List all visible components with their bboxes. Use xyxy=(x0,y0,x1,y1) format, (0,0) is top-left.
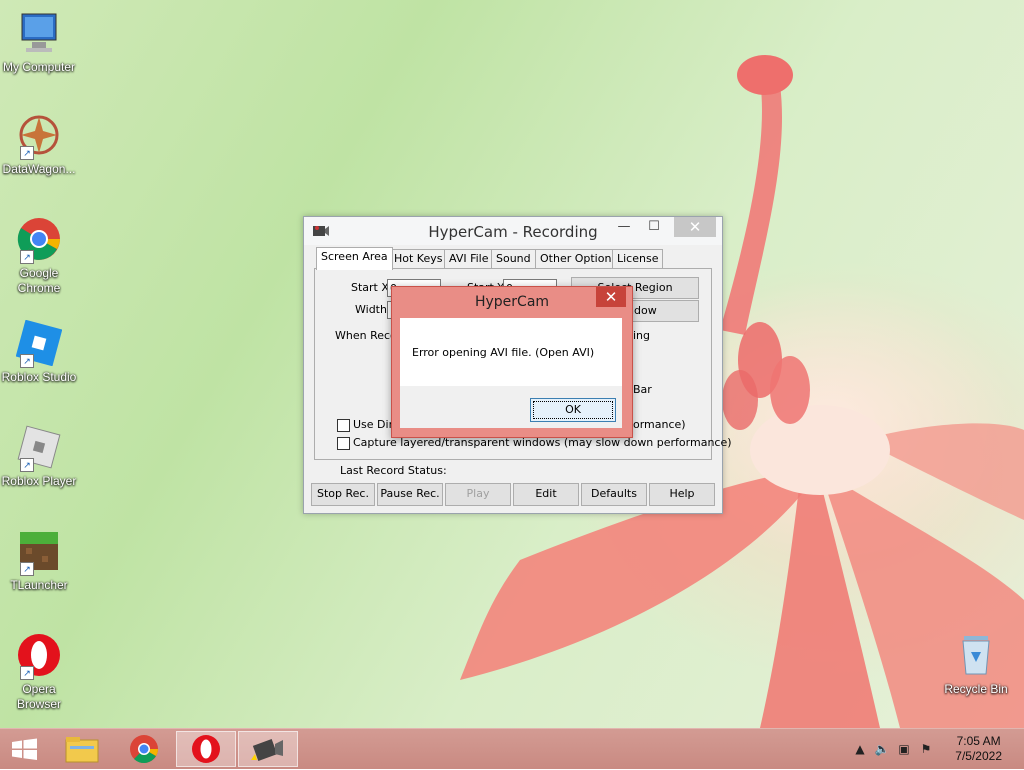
desktop-icon-label: Roblox Player xyxy=(1,474,77,488)
shortcut-arrow-icon: ↗ xyxy=(20,562,34,576)
minimize-icon: — xyxy=(617,219,631,234)
capture-layered-checkbox[interactable] xyxy=(337,437,350,450)
desktop-icon-label: Recycle Bin xyxy=(944,682,1008,696)
shortcut-arrow-icon: ↗ xyxy=(20,666,34,680)
shortcut-arrow-icon: ↗ xyxy=(20,458,34,472)
maximize-icon: ☐ xyxy=(648,219,660,234)
error-dialog: HyperCam ✕ Error opening AVI file. (Open… xyxy=(391,286,633,438)
taskbar-chrome[interactable] xyxy=(114,731,174,767)
taskbar-hypercam[interactable] xyxy=(238,731,298,767)
shortcut-arrow-icon: ↗ xyxy=(20,146,34,160)
close-icon: ✕ xyxy=(688,218,702,236)
desktop-icon-recycle-bin[interactable]: Recycle Bin xyxy=(936,632,1016,697)
desktop-icon-google-chrome[interactable]: ↗ Google Chrome xyxy=(0,216,78,296)
when-recording-label-end: ing xyxy=(633,329,651,342)
defaults-button[interactable]: Defaults xyxy=(581,483,647,506)
use-direct-label-end: ormance) xyxy=(633,418,686,431)
use-direct-checkbox[interactable] xyxy=(337,419,350,432)
chrome-icon: ↗ xyxy=(16,216,62,264)
ok-button[interactable]: OK xyxy=(530,398,616,422)
show-hidden-icons-button[interactable]: ▲ xyxy=(852,741,868,757)
recycle-bin-icon xyxy=(953,632,999,678)
computer-icon xyxy=(16,10,62,56)
folder-icon xyxy=(65,737,99,763)
desktop-icon-label: My Computer xyxy=(2,60,76,74)
system-tray: ▲ 🔈 ▣ ⚑ 7:05 AM 7/5/2022 xyxy=(844,729,1024,769)
windows-logo-icon xyxy=(12,738,37,760)
help-button[interactable]: Help xyxy=(649,483,715,506)
clock-date: 7/5/2022 xyxy=(955,749,1002,763)
desktop-icon-tlauncher[interactable]: ↗ TLauncher xyxy=(0,528,78,593)
shortcut-arrow-icon: ↗ xyxy=(20,354,34,368)
taskbar-file-explorer[interactable] xyxy=(52,731,112,767)
desktop-icon-opera-browser[interactable]: ↗ Opera Browser xyxy=(0,632,78,712)
tab-other-options[interactable]: Other Options xyxy=(535,249,623,268)
hypercam-app-icon xyxy=(251,739,283,761)
dialog-close-button[interactable]: ✕ xyxy=(596,287,626,307)
clock-time: 7:05 AM xyxy=(956,734,1001,748)
roblox-studio-icon: ↗ xyxy=(15,319,63,368)
roblox-player-icon: ↗ xyxy=(16,424,62,472)
width-label: Width xyxy=(355,303,387,316)
desktop-icon-roblox-player[interactable]: ↗ Roblox Player xyxy=(0,424,78,489)
datawagon-icon: ↗ xyxy=(16,112,62,160)
tab-avi-file[interactable]: AVI File xyxy=(444,249,494,268)
when-recording-label: When Reco xyxy=(335,329,397,342)
pause-rec-button[interactable]: Pause Rec. xyxy=(377,483,443,506)
action-center-flag-icon[interactable]: ⚑ xyxy=(918,741,934,757)
opera-icon xyxy=(192,735,220,763)
taskbar-option-label-end: Bar xyxy=(633,383,652,396)
start-button[interactable] xyxy=(0,731,50,767)
desktop-icon-label: Roblox Studio xyxy=(1,370,77,384)
tab-license[interactable]: License xyxy=(612,249,664,268)
desktop-icon-my-computer[interactable]: My Computer xyxy=(0,10,78,75)
taskbar: ▲ 🔈 ▣ ⚑ 7:05 AM 7/5/2022 xyxy=(0,728,1024,769)
play-button[interactable]: Play xyxy=(445,483,511,506)
desktop-icon-label: Google Chrome xyxy=(17,266,61,295)
clock[interactable]: 7:05 AM 7/5/2022 xyxy=(955,734,1002,764)
dialog-body: Error opening AVI file. (Open AVI) OK xyxy=(400,318,622,428)
tlauncher-icon: ↗ xyxy=(16,528,62,576)
desktop-icon-label: TLauncher xyxy=(10,578,68,592)
tab-screen-area[interactable]: Screen Area xyxy=(316,247,393,270)
maximize-button[interactable]: ☐ xyxy=(640,217,668,237)
close-icon: ✕ xyxy=(604,288,618,306)
last-record-status-label: Last Record Status: xyxy=(340,464,447,477)
dialog-message: Error opening AVI file. (Open AVI) xyxy=(412,346,595,359)
dialog-message-area: Error opening AVI file. (Open AVI) xyxy=(400,318,622,386)
window-titlebar[interactable]: HyperCam - Recording — ☐ ✕ xyxy=(304,217,722,245)
desktop-icon-label: DataWagon... xyxy=(2,162,76,176)
desktop-icon-roblox-studio[interactable]: ↗ Roblox Studio xyxy=(0,319,78,385)
shortcut-arrow-icon: ↗ xyxy=(20,250,34,264)
opera-icon: ↗ xyxy=(16,632,62,680)
tab-hot-keys[interactable]: Hot Keys xyxy=(389,249,448,268)
start-x-label: Start X xyxy=(351,281,389,294)
edit-button[interactable]: Edit xyxy=(513,483,579,506)
taskbar-opera[interactable] xyxy=(176,731,236,767)
stop-rec-button[interactable]: Stop Rec. xyxy=(311,483,375,506)
close-button[interactable]: ✕ xyxy=(674,217,716,237)
minimize-button[interactable]: — xyxy=(610,217,638,237)
volume-icon[interactable]: 🔈 xyxy=(874,741,890,757)
desktop-icon-label: Opera Browser xyxy=(16,682,61,711)
chrome-icon xyxy=(130,735,158,764)
tab-sound[interactable]: Sound xyxy=(491,249,536,268)
network-icon[interactable]: ▣ xyxy=(896,741,912,757)
desktop-icon-datawagon[interactable]: ↗ DataWagon... xyxy=(0,112,78,177)
